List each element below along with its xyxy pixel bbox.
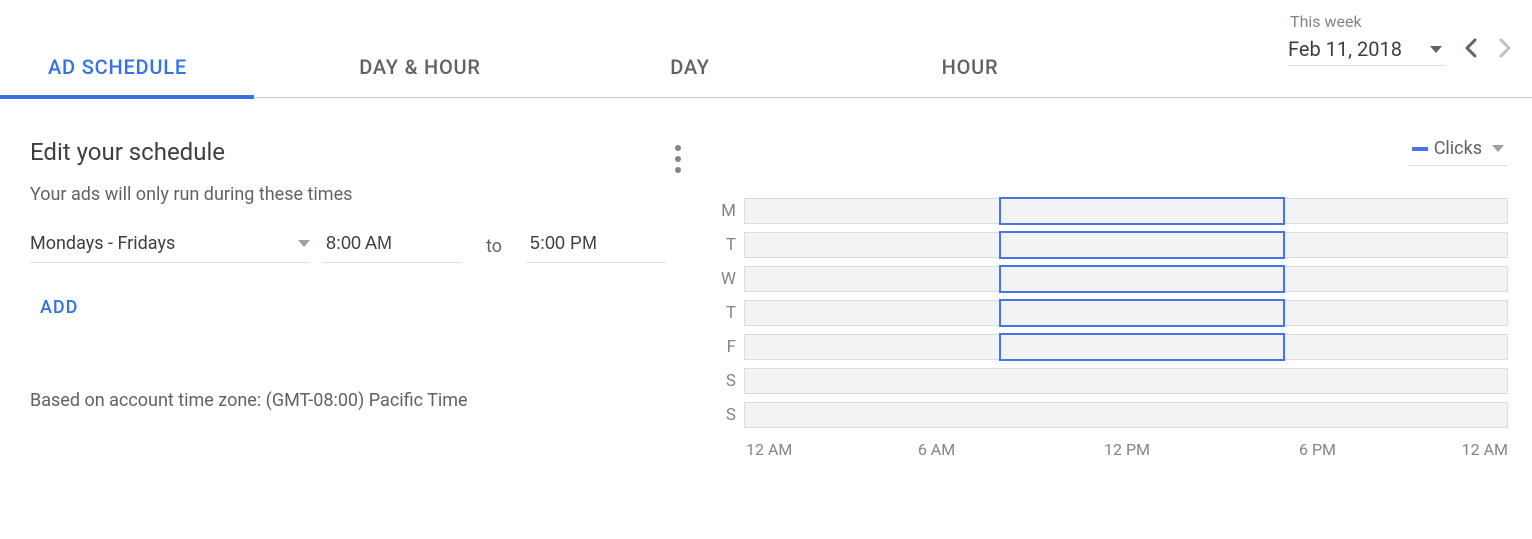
metric-swatch [1412, 147, 1428, 151]
day-label: S [710, 371, 736, 391]
dropdown-icon [1492, 145, 1504, 152]
add-button[interactable]: ADD [30, 285, 92, 330]
date-range-value[interactable]: Feb 11, 2018 [1288, 37, 1446, 66]
day-row: F [710, 330, 1508, 364]
tab-day[interactable]: DAY [560, 55, 820, 97]
days-select-value: Mondays - Fridays [30, 233, 175, 254]
schedule-row: Mondays - Fridays to [30, 229, 710, 263]
date-range-text: Feb 11, 2018 [1288, 37, 1402, 61]
day-label: W [710, 269, 736, 289]
day-track[interactable] [744, 368, 1508, 394]
axis-tick: 12 AM [1462, 440, 1508, 459]
day-track[interactable] [744, 300, 1508, 326]
panel-subtitle: Your ads will only run during these time… [30, 184, 710, 205]
tab-day-and-hour[interactable]: DAY & HOUR [280, 55, 560, 97]
days-select[interactable]: Mondays - Fridays [30, 229, 310, 263]
day-track[interactable] [744, 232, 1508, 258]
metric-label: Clicks [1434, 138, 1482, 159]
timezone-note: Based on account time zone: (GMT-08:00) … [30, 390, 710, 411]
axis-tick: 12 PM [1104, 440, 1150, 459]
time-from-input[interactable] [322, 229, 462, 263]
date-range-picker: This week Feb 11, 2018 [1288, 12, 1512, 66]
day-track[interactable] [744, 402, 1508, 428]
date-range-label: This week [1290, 12, 1362, 31]
tab-hour[interactable]: HOUR [820, 55, 1120, 97]
selected-range[interactable] [999, 299, 1285, 327]
day-row: T [710, 296, 1508, 330]
time-axis: 12 AM 6 AM 12 PM 6 PM 12 AM [746, 440, 1508, 462]
day-label: F [710, 337, 736, 357]
more-options-button[interactable] [674, 144, 682, 178]
dropdown-icon [1430, 46, 1442, 53]
axis-tick: 12 AM [746, 440, 792, 459]
selected-range[interactable] [999, 333, 1285, 361]
axis-tick: 6 AM [918, 440, 955, 459]
prev-period-button[interactable] [1464, 38, 1478, 62]
panel-title: Edit your schedule [30, 138, 710, 166]
selected-range[interactable] [999, 197, 1285, 225]
day-label: T [710, 235, 736, 255]
day-label: M [710, 201, 736, 221]
metric-picker[interactable]: Clicks [1408, 136, 1508, 166]
schedule-grid: MTWTFSS12 AM6 AM12 PM6 PM12 AM [710, 194, 1508, 462]
day-label: T [710, 303, 736, 323]
selected-range[interactable] [999, 265, 1285, 293]
day-track[interactable] [744, 266, 1508, 292]
axis-tick: 6 PM [1299, 440, 1336, 459]
day-row: W [710, 262, 1508, 296]
day-track[interactable] [744, 334, 1508, 360]
tab-ad-schedule[interactable]: AD SCHEDULE [0, 55, 280, 97]
day-row: S [710, 398, 1508, 432]
day-track[interactable] [744, 198, 1508, 224]
day-label: S [710, 405, 736, 425]
next-period-button[interactable] [1498, 38, 1512, 62]
selected-range[interactable] [999, 231, 1285, 259]
dropdown-icon [298, 240, 310, 247]
day-row: T [710, 228, 1508, 262]
to-label: to [486, 236, 502, 257]
time-to-input[interactable] [526, 229, 666, 263]
day-row: S [710, 364, 1508, 398]
day-row: M [710, 194, 1508, 228]
